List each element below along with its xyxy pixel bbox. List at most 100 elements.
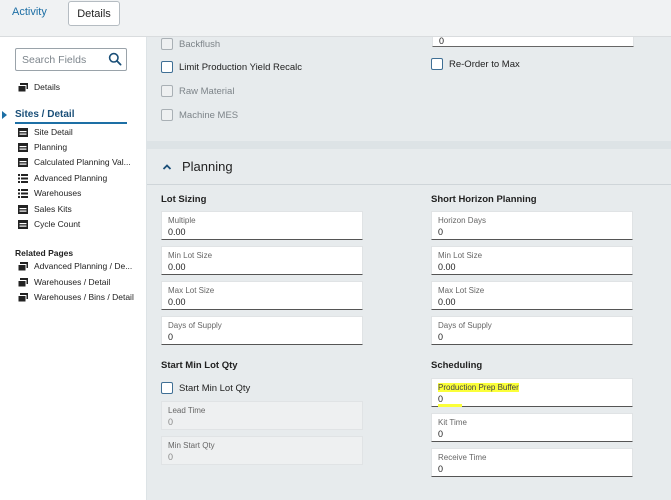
pages-icon: [18, 261, 28, 271]
related-item-label: Advanced Planning / De...: [34, 261, 133, 271]
sidebar-item-sales-kits[interactable]: Sales Kits: [18, 202, 72, 216]
checkbox-box[interactable]: [161, 109, 173, 121]
field-label: Days of Supply: [168, 321, 222, 330]
kit-time-field[interactable]: Kit Time 0: [431, 413, 633, 442]
field-label: Max Lot Size: [438, 286, 485, 295]
checkbox-label: Machine MES: [179, 109, 239, 121]
field-value: 0: [438, 429, 444, 439]
field-value: 0.00: [438, 297, 456, 307]
checkbox-box[interactable]: [431, 58, 443, 70]
sidebar-item-label: Warehouses: [34, 188, 82, 198]
checkbox-box[interactable]: [161, 382, 173, 394]
sh-days-of-supply-field[interactable]: Days of Supply 0: [431, 316, 633, 345]
sidebar-item-label: Calculated Planning Val...: [34, 157, 131, 167]
checkbox-label: Backflush: [179, 38, 221, 50]
checkbox-label: Re-Order to Max: [449, 58, 520, 70]
tab-details[interactable]: Details: [68, 1, 120, 26]
planning-panel: Planning Lot Sizing Multiple 0.00 Min Lo…: [147, 149, 671, 500]
sidebar-item-label: Cycle Count: [34, 219, 81, 229]
sidebar: Details Sites / Detail Site Detail Plann…: [0, 37, 146, 500]
checkbox-box[interactable]: [161, 85, 173, 97]
field-value: 0: [438, 394, 444, 404]
active-section-arrow-icon: [2, 111, 7, 119]
field-value: 0: [168, 332, 174, 342]
checkbox-start-min-lot-qty[interactable]: Start Min Lot Qty: [161, 381, 250, 395]
related-item-label: Warehouses / Bins / Detail: [34, 292, 134, 302]
main-content: Backflush Limit Production Yield Recalc …: [146, 36, 671, 500]
checkbox-box[interactable]: [161, 38, 173, 50]
field-value: 0.00: [168, 297, 186, 307]
sidebar-item-site-detail[interactable]: Site Detail: [18, 125, 73, 139]
receive-time-field[interactable]: Receive Time 0: [431, 448, 633, 477]
pages-icon: [18, 277, 28, 287]
search-icon[interactable]: [108, 52, 122, 66]
checkbox-raw-material[interactable]: Raw Material: [161, 84, 234, 98]
multiple-field[interactable]: Multiple 0.00: [161, 211, 363, 240]
field-label: Min Start Qty: [168, 441, 215, 450]
sidebar-item-planning[interactable]: Planning: [18, 140, 67, 154]
checkbox-box[interactable]: [161, 61, 173, 73]
checkbox-backflush[interactable]: Backflush: [161, 37, 220, 51]
list-icon: [18, 188, 28, 198]
min-start-qty-field: Min Start Qty 0: [161, 436, 363, 465]
partial-field[interactable]: 0: [432, 36, 634, 47]
field-value: 0: [438, 332, 444, 342]
search-box: [15, 48, 127, 71]
field-label: Min Lot Size: [168, 251, 213, 260]
related-warehouses-detail[interactable]: Warehouses / Detail: [18, 275, 110, 289]
tab-activity[interactable]: Activity: [12, 6, 47, 18]
checkbox-limit-production-yield[interactable]: Limit Production Yield Recalc: [161, 60, 302, 74]
related-warehouses-bins-detail[interactable]: Warehouses / Bins / Detail: [18, 290, 134, 304]
related-pages-title: Related Pages: [15, 248, 74, 258]
search-input[interactable]: [22, 49, 108, 70]
pages-icon: [18, 292, 28, 302]
sidebar-item-label: Planning: [34, 142, 68, 152]
sidebar-item-label: Sales Kits: [34, 204, 72, 214]
min-lot-size-field[interactable]: Min Lot Size 0.00: [161, 246, 363, 275]
horizon-days-field[interactable]: Horizon Days 0: [431, 211, 633, 240]
field-label: Max Lot Size: [168, 286, 215, 295]
related-advanced-planning[interactable]: Advanced Planning / De...: [18, 259, 132, 273]
checkbox-label: Limit Production Yield Recalc: [179, 61, 303, 73]
field-value: 0.00: [168, 227, 186, 237]
list-icon: [18, 173, 28, 183]
planning-title[interactable]: Planning: [182, 159, 233, 174]
days-of-supply-field[interactable]: Days of Supply 0: [161, 316, 363, 345]
checkbox-reorder-to-max[interactable]: Re-Order to Max: [431, 57, 520, 71]
field-value: 0: [439, 36, 445, 46]
checkbox-label: Start Min Lot Qty: [179, 382, 251, 394]
sidebar-item-advanced-planning[interactable]: Advanced Planning: [18, 171, 107, 185]
sidebar-section-title[interactable]: Sites / Detail: [15, 109, 74, 120]
max-lot-size-field[interactable]: Max Lot Size 0.00: [161, 281, 363, 310]
field-label: Horizon Days: [438, 216, 487, 225]
sidebar-item-calculated-planning[interactable]: Calculated Planning Val...: [18, 155, 131, 169]
form-icon: [18, 142, 28, 152]
options-panel: Backflush Limit Production Yield Recalc …: [147, 36, 671, 141]
field-value: 0: [438, 227, 444, 237]
top-tab-bar: Activity Details: [0, 0, 671, 37]
sidebar-item-warehouses[interactable]: Warehouses: [18, 186, 81, 200]
field-label: Production Prep Buffer: [438, 383, 519, 392]
form-icon: [18, 204, 28, 214]
field-value: 0: [438, 464, 444, 474]
highlight-mark: [438, 404, 462, 407]
chevron-up-icon[interactable]: [162, 162, 172, 172]
lead-time-field: Lead Time 0: [161, 401, 363, 430]
sh-min-lot-size-field[interactable]: Min Lot Size 0.00: [431, 246, 633, 275]
sidebar-item-label: Details: [34, 82, 60, 92]
checkbox-label: Raw Material: [179, 85, 235, 97]
checkbox-machine-mes[interactable]: Machine MES: [161, 108, 238, 122]
sh-max-lot-size-field[interactable]: Max Lot Size 0.00: [431, 281, 633, 310]
sidebar-item-details[interactable]: Details: [18, 80, 60, 94]
production-prep-buffer-field[interactable]: Production Prep Buffer 0: [431, 378, 633, 407]
field-label: Lead Time: [168, 406, 206, 415]
start-min-lot-title: Start Min Lot Qty: [161, 360, 238, 371]
sidebar-item-label: Site Detail: [34, 127, 73, 137]
sidebar-item-cycle-count[interactable]: Cycle Count: [18, 217, 80, 231]
field-label: Min Lot Size: [438, 251, 483, 260]
scheduling-title: Scheduling: [431, 360, 483, 371]
pages-icon: [18, 82, 28, 92]
short-horizon-title: Short Horizon Planning: [431, 194, 537, 205]
related-item-label: Warehouses / Detail: [34, 277, 111, 287]
section-underline: [15, 122, 127, 124]
